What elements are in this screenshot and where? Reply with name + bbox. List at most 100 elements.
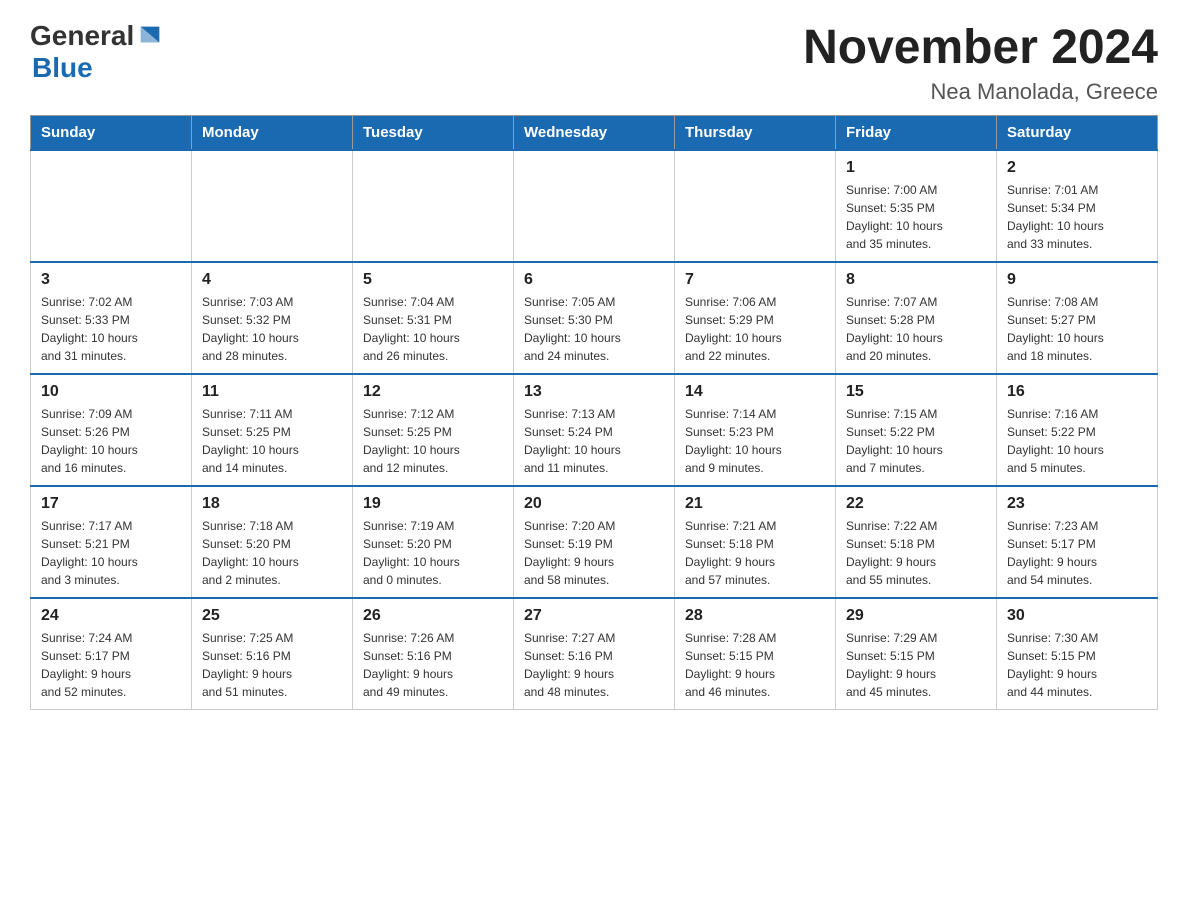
day-info: Sunrise: 7:03 AM Sunset: 5:32 PM Dayligh…	[202, 293, 342, 365]
calendar-cell: 23 Sunrise: 7:23 AM Sunset: 5:17 PM Dayli…	[997, 486, 1158, 598]
calendar-cell: 6 Sunrise: 7:05 AM Sunset: 5:30 PM Daylig…	[514, 262, 675, 374]
title-section: November 2024 Nea Manolada, Greece	[803, 20, 1158, 105]
day-number: 11	[202, 383, 342, 401]
week-row-3: 10 Sunrise: 7:09 AM Sunset: 5:26 PM Dayli…	[31, 374, 1158, 486]
day-info: Sunrise: 7:19 AM Sunset: 5:20 PM Dayligh…	[363, 517, 503, 589]
day-info: Sunrise: 7:01 AM Sunset: 5:34 PM Dayligh…	[1007, 181, 1147, 253]
calendar-cell: 9 Sunrise: 7:08 AM Sunset: 5:27 PM Daylig…	[997, 262, 1158, 374]
day-number: 25	[202, 607, 342, 625]
day-number: 16	[1007, 383, 1147, 401]
day-info: Sunrise: 7:30 AM Sunset: 5:15 PM Dayligh…	[1007, 629, 1147, 701]
calendar-cell	[31, 150, 192, 262]
week-row-4: 17 Sunrise: 7:17 AM Sunset: 5:21 PM Dayli…	[31, 486, 1158, 598]
calendar-cell: 4 Sunrise: 7:03 AM Sunset: 5:32 PM Daylig…	[192, 262, 353, 374]
calendar-cell: 30 Sunrise: 7:30 AM Sunset: 5:15 PM Dayli…	[997, 598, 1158, 710]
day-info: Sunrise: 7:25 AM Sunset: 5:16 PM Dayligh…	[202, 629, 342, 701]
day-number: 24	[41, 607, 181, 625]
day-info: Sunrise: 7:05 AM Sunset: 5:30 PM Dayligh…	[524, 293, 664, 365]
calendar-cell: 3Sunrise: 7:02 AM Sunset: 5:33 PM Daylig…	[31, 262, 192, 374]
logo-general: General	[30, 20, 134, 52]
calendar-cell: 27 Sunrise: 7:27 AM Sunset: 5:16 PM Dayli…	[514, 598, 675, 710]
calendar-cell: 22 Sunrise: 7:22 AM Sunset: 5:18 PM Dayli…	[836, 486, 997, 598]
day-header-wednesday: Wednesday	[514, 116, 675, 151]
day-number: 20	[524, 495, 664, 513]
calendar-cell	[514, 150, 675, 262]
day-number: 13	[524, 383, 664, 401]
calendar-cell: 28 Sunrise: 7:28 AM Sunset: 5:15 PM Dayli…	[675, 598, 836, 710]
calendar-cell: 15 Sunrise: 7:15 AM Sunset: 5:22 PM Dayli…	[836, 374, 997, 486]
day-info: Sunrise: 7:21 AM Sunset: 5:18 PM Dayligh…	[685, 517, 825, 589]
day-number: 22	[846, 495, 986, 513]
logo: General Blue	[30, 20, 164, 84]
day-info: Sunrise: 7:06 AM Sunset: 5:29 PM Dayligh…	[685, 293, 825, 365]
day-info: Sunrise: 7:26 AM Sunset: 5:16 PM Dayligh…	[363, 629, 503, 701]
day-info: Sunrise: 7:08 AM Sunset: 5:27 PM Dayligh…	[1007, 293, 1147, 365]
calendar-header-row: SundayMondayTuesdayWednesdayThursdayFrid…	[31, 116, 1158, 151]
day-info: Sunrise: 7:04 AM Sunset: 5:31 PM Dayligh…	[363, 293, 503, 365]
day-info: Sunrise: 7:23 AM Sunset: 5:17 PM Dayligh…	[1007, 517, 1147, 589]
day-info: Sunrise: 7:09 AM Sunset: 5:26 PM Dayligh…	[41, 405, 181, 477]
day-header-monday: Monday	[192, 116, 353, 151]
calendar-cell: 20 Sunrise: 7:20 AM Sunset: 5:19 PM Dayli…	[514, 486, 675, 598]
logo-icon	[136, 22, 164, 50]
day-number: 2	[1007, 159, 1147, 177]
calendar-cell: 29Sunrise: 7:29 AM Sunset: 5:15 PM Dayli…	[836, 598, 997, 710]
day-header-sunday: Sunday	[31, 116, 192, 151]
day-number: 9	[1007, 271, 1147, 289]
calendar-cell	[192, 150, 353, 262]
day-info: Sunrise: 7:17 AM Sunset: 5:21 PM Dayligh…	[41, 517, 181, 589]
day-info: Sunrise: 7:24 AM Sunset: 5:17 PM Dayligh…	[41, 629, 181, 701]
page-header: General Blue November 2024 Nea Manolada,…	[30, 20, 1158, 105]
calendar-cell	[353, 150, 514, 262]
logo-blue-text: Blue	[30, 52, 93, 84]
calendar-cell: 8 Sunrise: 7:07 AM Sunset: 5:28 PM Daylig…	[836, 262, 997, 374]
day-number: 29	[846, 607, 986, 625]
calendar-cell: 7 Sunrise: 7:06 AM Sunset: 5:29 PM Daylig…	[675, 262, 836, 374]
day-number: 23	[1007, 495, 1147, 513]
calendar-table: SundayMondayTuesdayWednesdayThursdayFrid…	[30, 115, 1158, 710]
day-info: Sunrise: 7:20 AM Sunset: 5:19 PM Dayligh…	[524, 517, 664, 589]
day-number: 5	[363, 271, 503, 289]
week-row-1: 1 Sunrise: 7:00 AM Sunset: 5:35 PM Daylig…	[31, 150, 1158, 262]
day-header-saturday: Saturday	[997, 116, 1158, 151]
day-header-friday: Friday	[836, 116, 997, 151]
calendar-cell: 17 Sunrise: 7:17 AM Sunset: 5:21 PM Dayli…	[31, 486, 192, 598]
day-number: 15	[846, 383, 986, 401]
calendar-cell: 1 Sunrise: 7:00 AM Sunset: 5:35 PM Daylig…	[836, 150, 997, 262]
calendar-cell: 12Sunrise: 7:12 AM Sunset: 5:25 PM Dayli…	[353, 374, 514, 486]
day-number: 10	[41, 383, 181, 401]
calendar-cell: 10 Sunrise: 7:09 AM Sunset: 5:26 PM Dayli…	[31, 374, 192, 486]
day-header-tuesday: Tuesday	[353, 116, 514, 151]
day-number: 19	[363, 495, 503, 513]
calendar-cell: 11Sunrise: 7:11 AM Sunset: 5:25 PM Dayli…	[192, 374, 353, 486]
day-info: Sunrise: 7:28 AM Sunset: 5:15 PM Dayligh…	[685, 629, 825, 701]
calendar-cell: 18 Sunrise: 7:18 AM Sunset: 5:20 PM Dayli…	[192, 486, 353, 598]
day-number: 12	[363, 383, 503, 401]
calendar-cell	[675, 150, 836, 262]
calendar-cell: 24 Sunrise: 7:24 AM Sunset: 5:17 PM Dayli…	[31, 598, 192, 710]
day-number: 28	[685, 607, 825, 625]
day-info: Sunrise: 7:27 AM Sunset: 5:16 PM Dayligh…	[524, 629, 664, 701]
day-number: 7	[685, 271, 825, 289]
day-info: Sunrise: 7:13 AM Sunset: 5:24 PM Dayligh…	[524, 405, 664, 477]
day-number: 8	[846, 271, 986, 289]
day-number: 30	[1007, 607, 1147, 625]
day-info: Sunrise: 7:07 AM Sunset: 5:28 PM Dayligh…	[846, 293, 986, 365]
day-info: Sunrise: 7:00 AM Sunset: 5:35 PM Dayligh…	[846, 181, 986, 253]
calendar-cell: 25 Sunrise: 7:25 AM Sunset: 5:16 PM Dayli…	[192, 598, 353, 710]
day-info: Sunrise: 7:22 AM Sunset: 5:18 PM Dayligh…	[846, 517, 986, 589]
day-info: Sunrise: 7:18 AM Sunset: 5:20 PM Dayligh…	[202, 517, 342, 589]
day-number: 4	[202, 271, 342, 289]
day-number: 18	[202, 495, 342, 513]
day-number: 26	[363, 607, 503, 625]
calendar-cell: 5 Sunrise: 7:04 AM Sunset: 5:31 PM Daylig…	[353, 262, 514, 374]
location-subtitle: Nea Manolada, Greece	[803, 79, 1158, 105]
day-info: Sunrise: 7:15 AM Sunset: 5:22 PM Dayligh…	[846, 405, 986, 477]
day-number: 6	[524, 271, 664, 289]
day-number: 27	[524, 607, 664, 625]
calendar-cell: 2 Sunrise: 7:01 AM Sunset: 5:34 PM Daylig…	[997, 150, 1158, 262]
day-info: Sunrise: 7:16 AM Sunset: 5:22 PM Dayligh…	[1007, 405, 1147, 477]
day-number: 1	[846, 159, 986, 177]
day-header-thursday: Thursday	[675, 116, 836, 151]
day-number: 17	[41, 495, 181, 513]
